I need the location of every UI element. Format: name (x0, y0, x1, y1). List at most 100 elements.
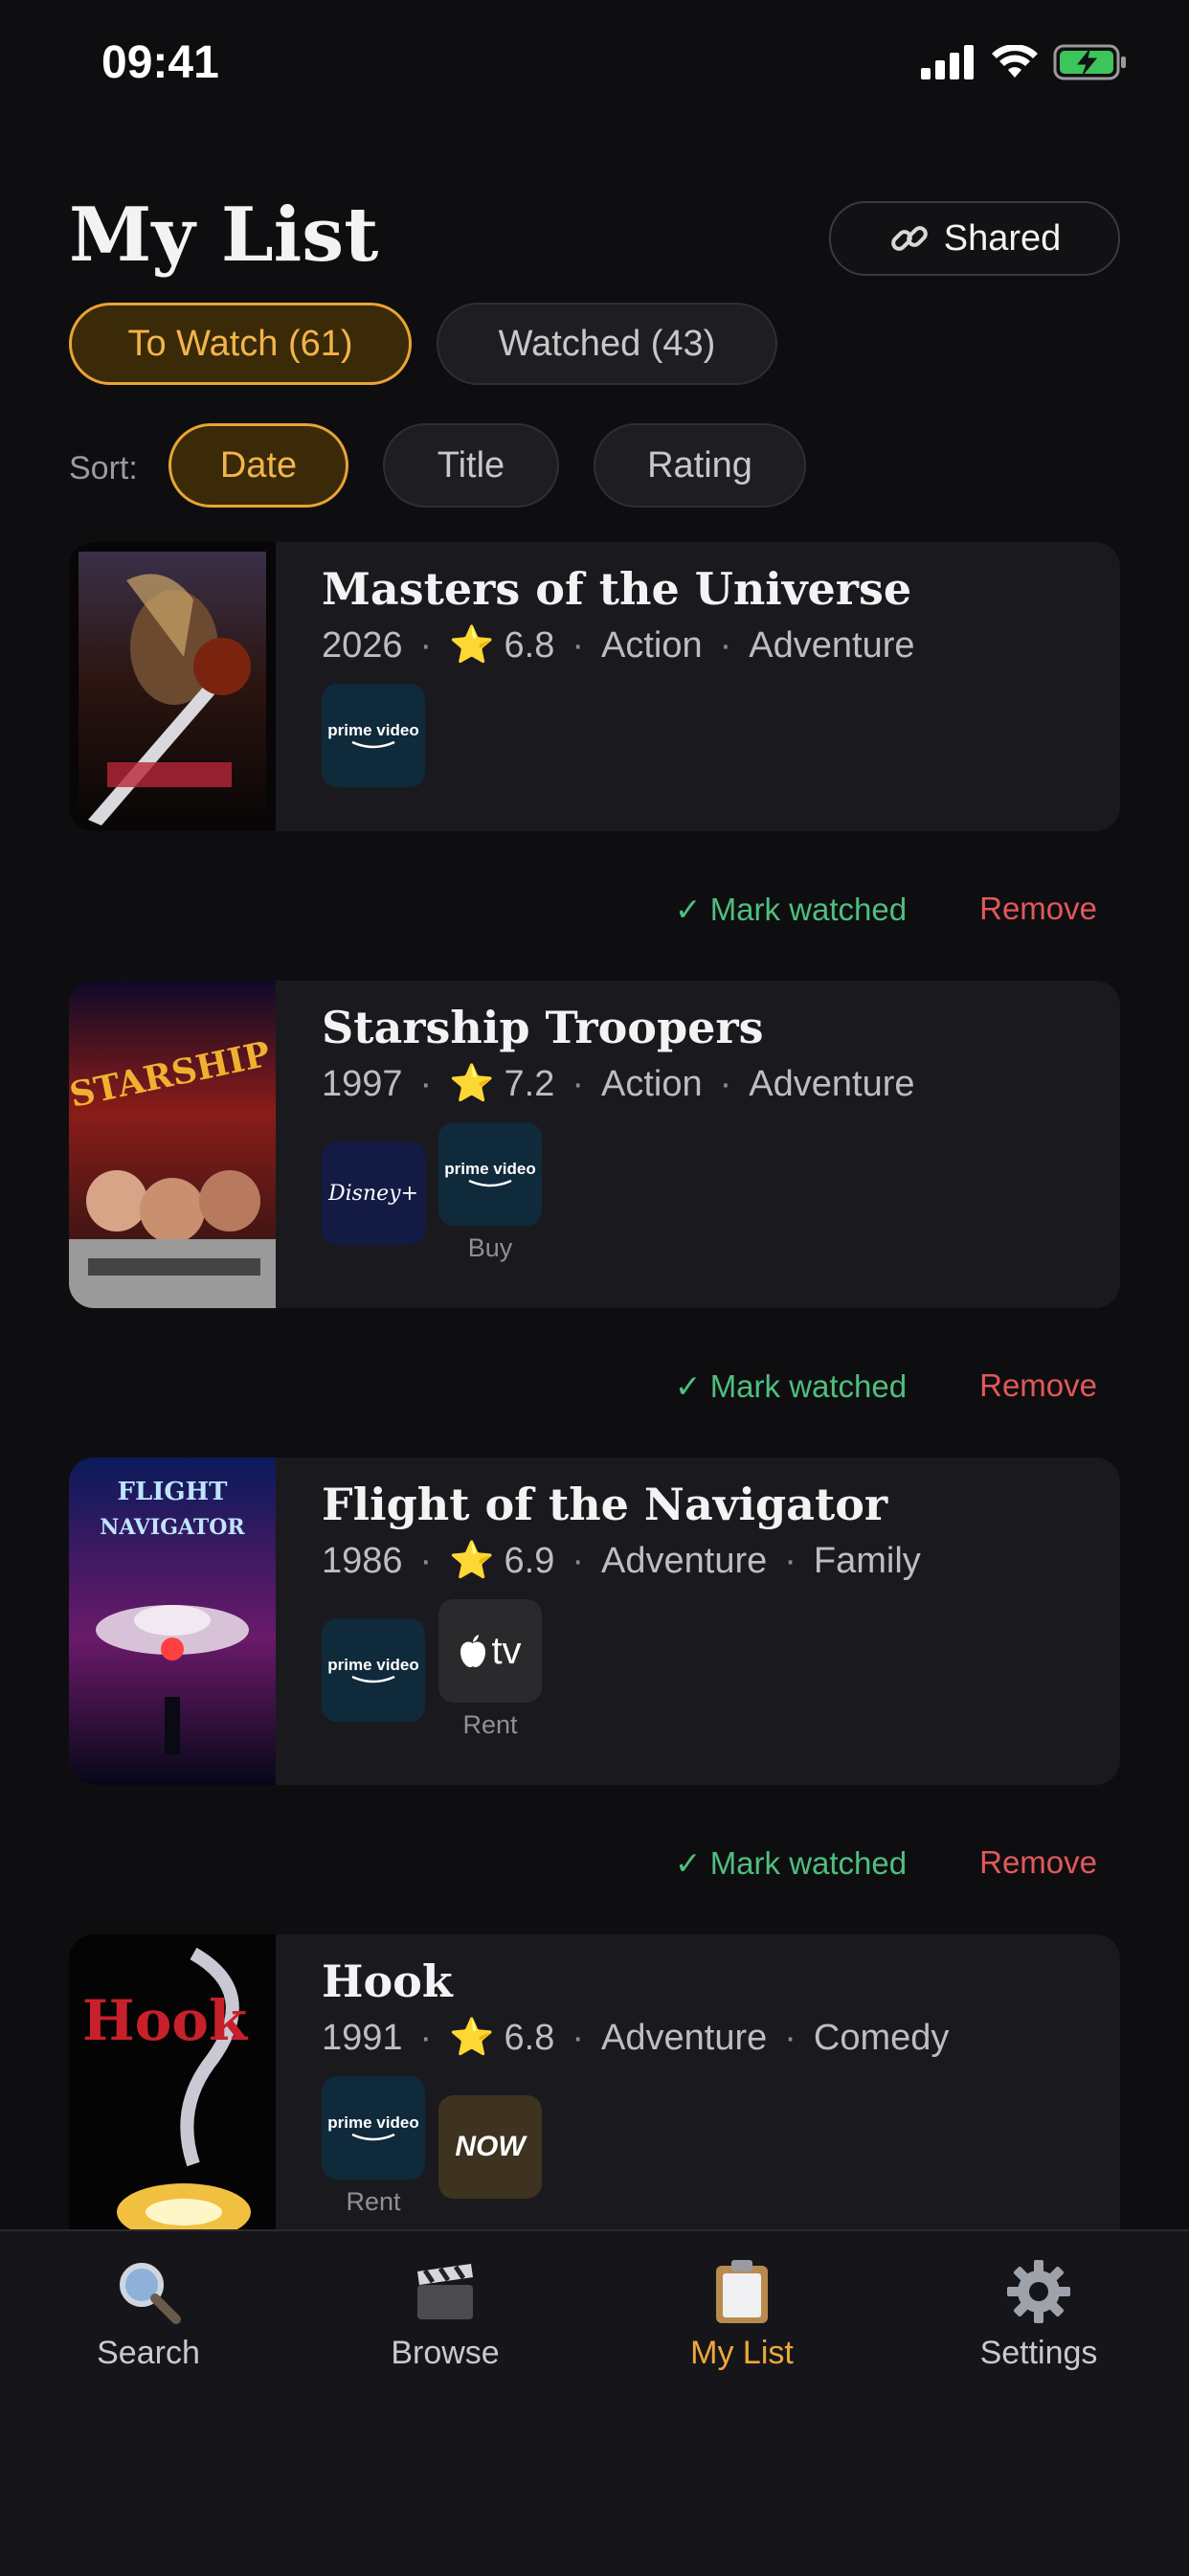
apple-tv-logo: tv (438, 1599, 542, 1703)
provider-caption: Rent (346, 2187, 401, 2216)
movie-genre: Action (601, 1063, 703, 1104)
movie-meta: 2026 · ⭐ 6.8 · Action · Adventure (322, 624, 915, 667)
sort-label: Sort: (69, 450, 138, 486)
card-actions: ✓ Mark watched Remove (675, 1367, 1097, 1405)
page-header: My List Shared (69, 192, 1120, 297)
mark-watched-button[interactable]: ✓ Mark watched (675, 1367, 907, 1405)
movie-meta: 1986 · ⭐ 6.9 · Adventure · Family (322, 1540, 921, 1582)
movie-genre: Adventure (601, 2017, 768, 2058)
movie-genre: Adventure (749, 624, 915, 666)
mark-watched-button[interactable]: ✓ Mark watched (675, 1844, 907, 1882)
card-actions: ✓ Mark watched Remove (675, 1844, 1097, 1882)
prime-video-logo: prime video (322, 1618, 425, 1722)
separator: · (572, 2017, 585, 2058)
movie-genre: Action (601, 624, 703, 666)
movie-rating: 6.8 (504, 624, 555, 666)
remove-button[interactable]: Remove (979, 891, 1097, 928)
movie-year: 2026 (322, 624, 403, 666)
separator: · (719, 1063, 732, 1104)
movie-card[interactable]: Masters of the Universe 2026 · ⭐ 6.8 · A… (69, 542, 1120, 831)
provider-disney[interactable]: Disney+ (322, 1141, 425, 1245)
movie-card[interactable]: Hook Hook 1991 · ⭐ 6.8 · Adventure · Com… (69, 1934, 1120, 2262)
provider-list: prime video tv Rent (322, 1599, 542, 1740)
remove-button[interactable]: Remove (979, 1844, 1097, 1882)
separator: · (719, 624, 732, 666)
shared-button[interactable]: Shared (829, 201, 1120, 276)
battery-charging-icon (1053, 44, 1126, 80)
provider-list: prime video Rent NOW (322, 2076, 542, 2217)
movie-genre: Adventure (601, 1540, 768, 1581)
separator: · (419, 1540, 433, 1581)
provider-now[interactable]: NOW (438, 2095, 542, 2199)
poster-image: FLIGHT NAVIGATOR (69, 1457, 276, 1785)
movie-title: Hook (322, 1955, 453, 2007)
movie-card[interactable]: STARSHIP Starship Troopers 1997 · ⭐ 7.2 … (69, 981, 1120, 1308)
separator: · (572, 624, 585, 666)
gear-icon (1007, 2260, 1070, 2323)
movie-rating: 6.8 (504, 2017, 555, 2058)
prime-video-logo: prime video (438, 1122, 542, 1226)
status-icons (921, 44, 1128, 80)
separator: · (572, 1540, 585, 1581)
now-cinema-logo: NOW (438, 2095, 542, 2199)
poster-image: Hook (69, 1934, 276, 2262)
shared-label: Shared (943, 217, 1062, 259)
movie-year: 1997 (322, 1063, 403, 1104)
disney-plus-logo: Disney+ (322, 1141, 425, 1245)
tab-to-watch[interactable]: To Watch (61) (69, 303, 412, 385)
remove-button[interactable]: Remove (979, 1367, 1097, 1405)
sort-title-chip[interactable]: Title (383, 423, 559, 508)
sort-date-chip[interactable]: Date (168, 423, 348, 508)
tab-settings[interactable]: Settings (890, 2258, 1187, 2372)
card-actions: ✓ Mark watched Remove (675, 891, 1097, 928)
movie-genre: Family (813, 1540, 921, 1581)
provider-prime[interactable]: prime video (322, 1618, 425, 1722)
prime-video-logo: prime video (322, 2076, 425, 2180)
separator: · (419, 2017, 433, 2058)
separator: · (419, 1063, 433, 1104)
movie-title: Masters of the Universe (322, 563, 912, 615)
svg-text:NAVIGATOR: NAVIGATOR (100, 1515, 245, 1540)
sort-rating-chip[interactable]: Rating (594, 423, 806, 508)
tab-label: My List (690, 2335, 794, 2371)
movie-year: 1991 (322, 2017, 403, 2058)
poster-image: STARSHIP (69, 981, 276, 1308)
tab-browse[interactable]: Browse (297, 2258, 594, 2372)
tab-bar: Search Browse My List Settings (0, 2229, 1189, 2576)
svg-text:FLIGHT: FLIGHT (117, 1478, 228, 1506)
separator: · (784, 2017, 796, 2058)
tab-search[interactable]: Search (0, 2258, 297, 2372)
movie-rating: 6.9 (504, 1540, 555, 1581)
tab-label: Search (97, 2335, 200, 2371)
magnifier-icon (120, 2263, 181, 2324)
movie-title: Starship Troopers (322, 1002, 764, 1053)
movie-genre: Comedy (813, 2017, 950, 2058)
movie-genre: Adventure (749, 1063, 915, 1104)
status-time: 09:41 (101, 37, 219, 88)
wifi-icon (992, 45, 1038, 78)
page-title: My List (69, 192, 379, 279)
star-icon: ⭐ (449, 625, 495, 666)
poster-image (69, 542, 276, 831)
separator: · (572, 1063, 585, 1104)
star-icon: ⭐ (449, 1541, 495, 1581)
provider-apple-tv[interactable]: tv Rent (438, 1599, 542, 1740)
provider-caption: Rent (462, 1710, 518, 1739)
movie-card[interactable]: FLIGHT NAVIGATOR Flight of the Navigator… (69, 1457, 1120, 1785)
provider-prime[interactable]: prime video Buy (438, 1122, 542, 1263)
provider-prime[interactable]: prime video Rent (322, 2076, 425, 2217)
provider-prime[interactable]: prime video (322, 684, 425, 787)
clipboard-icon (716, 2260, 768, 2323)
mark-watched-button[interactable]: ✓ Mark watched (675, 891, 907, 928)
tab-watched[interactable]: Watched (43) (437, 303, 777, 385)
star-icon: ⭐ (449, 1064, 495, 1104)
tab-label: Browse (391, 2335, 500, 2371)
movie-rating: 7.2 (504, 1063, 555, 1104)
star-icon: ⭐ (449, 2018, 495, 2058)
tab-my-list[interactable]: My List (594, 2258, 890, 2372)
provider-caption: Buy (467, 1233, 513, 1262)
provider-list: prime video (322, 684, 425, 787)
clapperboard-icon (417, 2264, 473, 2319)
movie-meta: 1991 · ⭐ 6.8 · Adventure · Comedy (322, 2017, 949, 2059)
svg-text:Hook: Hook (82, 1988, 249, 2053)
